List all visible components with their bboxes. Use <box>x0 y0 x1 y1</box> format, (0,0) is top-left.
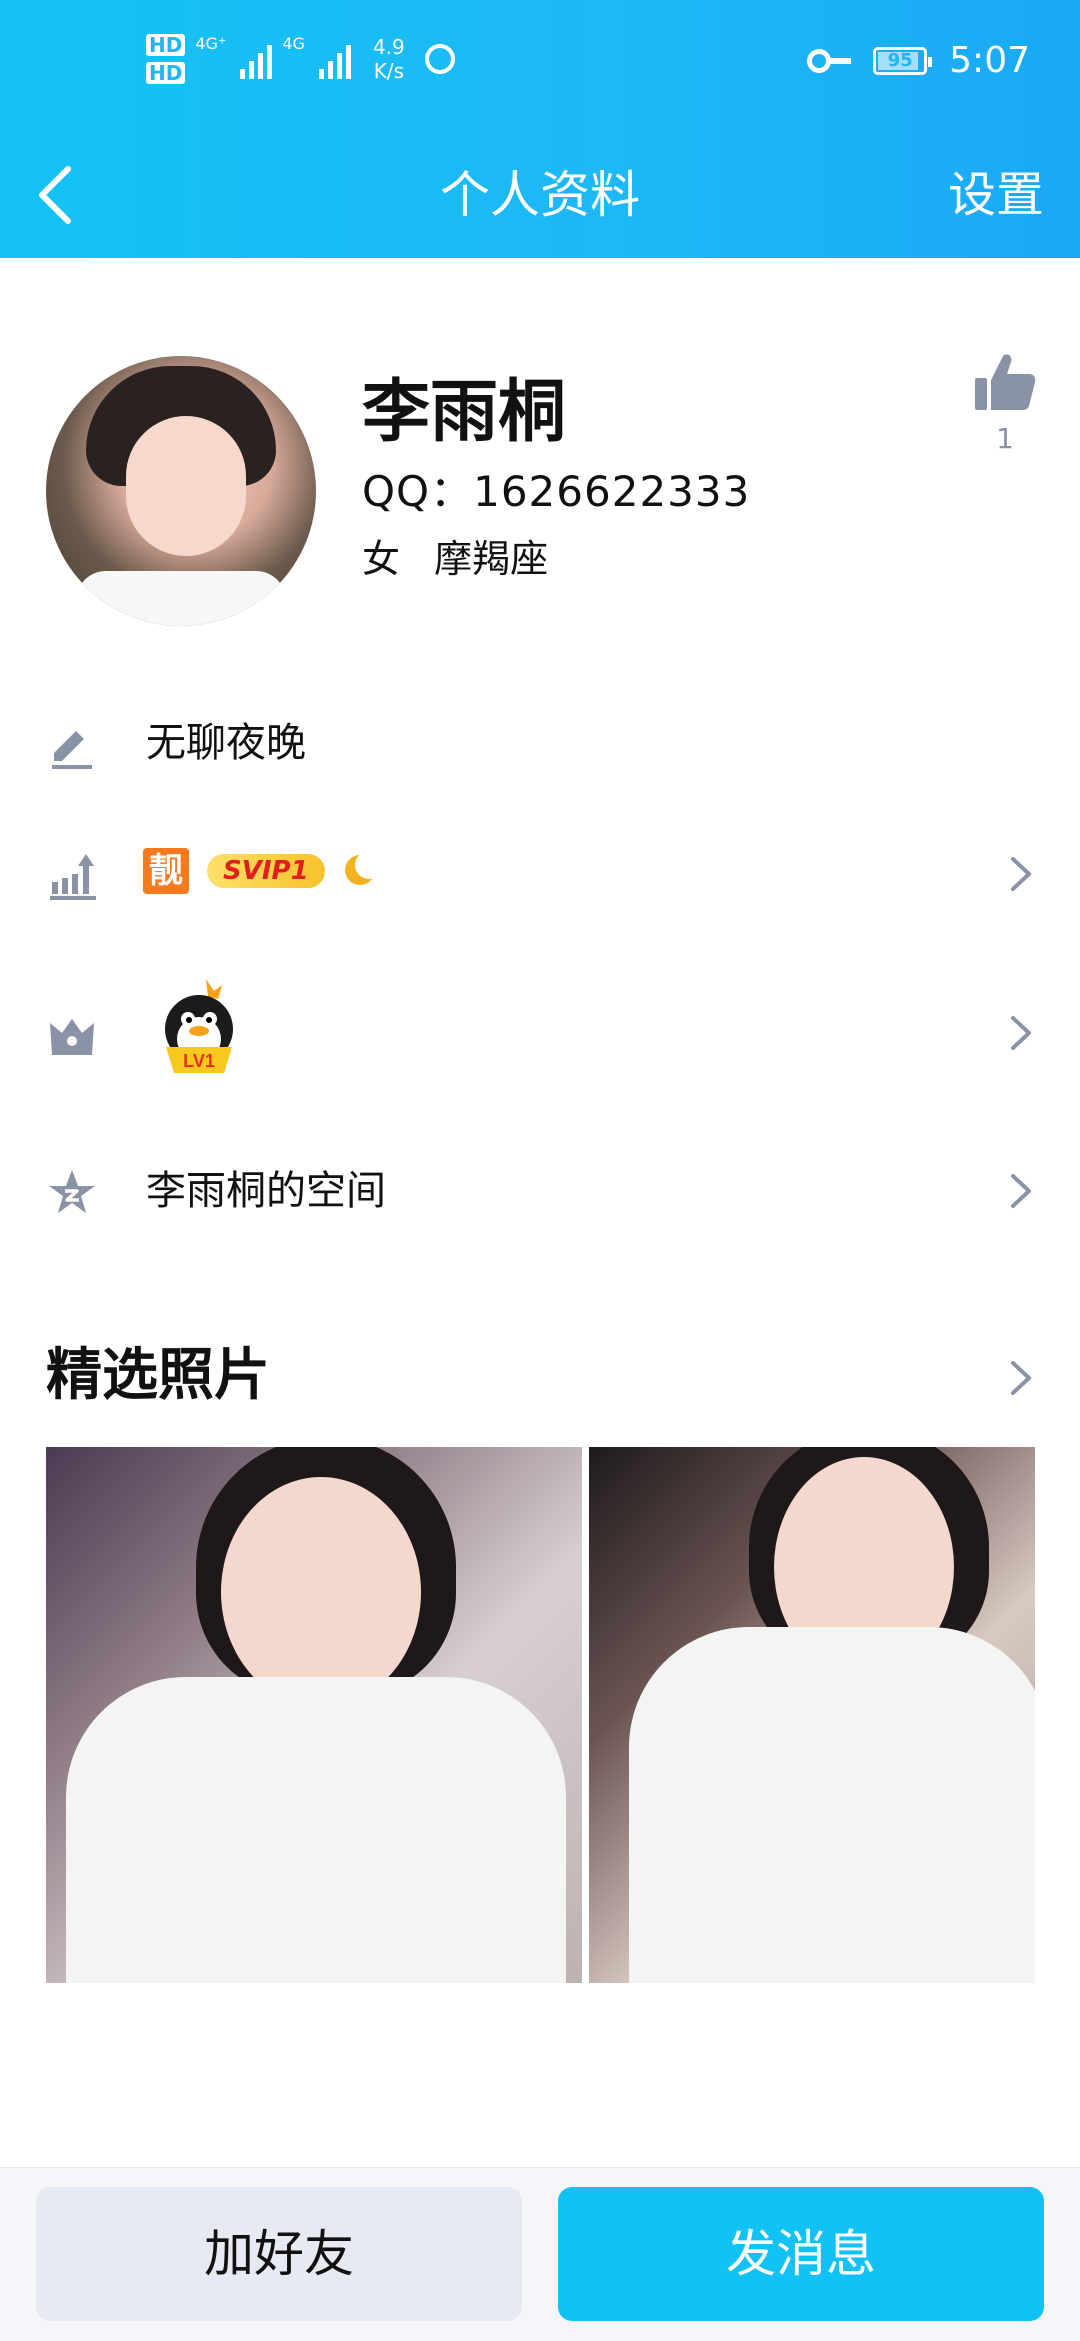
chevron-right-icon <box>1008 1013 1034 1053</box>
network-speed: 4.9 K/s <box>373 35 405 83</box>
svip-badge: SVIP1 <box>207 854 325 888</box>
signal1-icon <box>240 39 273 79</box>
hd1-badge: HD <box>146 34 186 56</box>
status-right: 95 5:07 <box>807 40 1030 81</box>
crown-icon <box>46 1009 98 1061</box>
hotspot-icon <box>424 44 455 74</box>
pencil-icon <box>46 719 98 771</box>
hd2-badge: HD <box>146 62 186 84</box>
settings-button[interactable]: 设置 <box>948 155 1044 235</box>
page-title: 个人资料 <box>440 166 640 224</box>
level-label: LV1 <box>183 1051 215 1071</box>
qq-number: QQ：1626622333 <box>362 467 751 516</box>
status-bar: HD HD 4G⁺ 4G 4.9 K/s 95 5:07 <box>0 0 1080 135</box>
signature-row[interactable]: 无聊夜晚 <box>0 687 1080 797</box>
profile-name: 李雨桐 <box>362 373 567 452</box>
signature-text: 无聊夜晚 <box>146 720 306 766</box>
qq-penguin-level-icon: LV1 <box>158 977 240 1077</box>
network1-label: 4G⁺ <box>195 34 227 53</box>
photos-more-chevron[interactable] <box>1008 1358 1034 1398</box>
liang-badge: 靓 <box>143 848 189 894</box>
clock: 5:07 <box>949 40 1030 81</box>
chevron-right-icon <box>1008 1171 1034 1211</box>
profile-info: 女 摩羯座 <box>362 528 548 583</box>
signal2-icon <box>318 39 351 79</box>
speed-value: 4.9 <box>372 35 405 59</box>
chevron-right-icon <box>1008 854 1034 894</box>
speed-unit: K/s <box>373 59 404 83</box>
add-friend-button[interactable]: 加好友 <box>36 2187 522 2321</box>
like-count: 1 <box>996 422 1014 455</box>
nav-bar: 个人资料 设置 <box>0 135 1080 258</box>
avatar[interactable] <box>46 356 316 626</box>
level-row[interactable]: LV1 <box>0 977 1080 1087</box>
space-row[interactable]: 李雨桐的空间 <box>0 1135 1080 1245</box>
vip-badges: 靓 SVIP1 <box>143 848 383 894</box>
space-text: 李雨桐的空间 <box>146 1168 386 1214</box>
network2-label: 4G <box>282 34 305 53</box>
status-left: HD HD 4G⁺ 4G 4.9 K/s <box>146 34 455 84</box>
vpn-key-icon <box>807 48 852 73</box>
photos-title: 精选照片 <box>46 1343 270 1408</box>
hd-indicators: HD HD <box>146 34 186 84</box>
vip-row[interactable]: 靓 SVIP1 <box>0 818 1080 928</box>
zodiac: 摩羯座 <box>434 537 549 581</box>
bottom-action-bar: 加好友 发消息 <box>0 2167 1080 2341</box>
gender: 女 <box>362 537 401 581</box>
send-message-button[interactable]: 发消息 <box>558 2187 1044 2321</box>
photo-thumbnail[interactable] <box>589 1447 1035 1983</box>
growth-chart-icon <box>46 850 98 902</box>
like-button[interactable]: 1 <box>970 350 1040 455</box>
qzone-star-icon <box>46 1167 98 1219</box>
battery-level: 95 <box>887 49 913 71</box>
battery-icon: 95 <box>873 46 933 75</box>
thumbs-up-icon <box>975 354 1036 410</box>
photo-thumbnail[interactable] <box>46 1447 582 1983</box>
moon-icon <box>343 851 383 889</box>
chevron-right-icon <box>1011 1361 1031 1395</box>
